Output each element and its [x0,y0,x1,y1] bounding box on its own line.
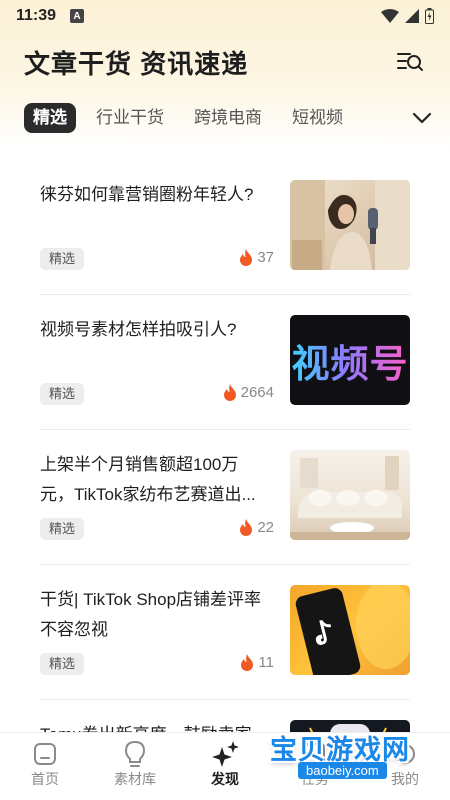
page-title: 文章干货 资讯速递 [24,48,249,79]
notification-badge: A [70,9,85,23]
article-list: 徕芬如何靠营销圈粉年轻人? 精选 37 视频号素材怎样拍吸引人? 精选 2664 [40,160,410,800]
tab-cross-border[interactable]: 跨境电商 [194,103,262,133]
nav-label: 素材库 [114,771,156,787]
fire-icon [241,654,254,671]
nav-label: 首页 [31,771,59,787]
view-count: 2664 [223,384,274,401]
tab-industry[interactable]: 行业干货 [96,103,164,133]
phone-tiktok-image [295,585,410,675]
woman-hair-dryer-image [290,180,410,270]
view-count: 37 [239,249,274,266]
nav-discover[interactable]: 发现 [180,733,270,800]
home-icon [32,739,58,769]
list-search-icon [397,53,423,71]
article-item[interactable]: 上架半个月销售额超100万元，TikTok家纺布艺赛道出... 精选 22 [40,430,410,565]
article-item[interactable]: 徕芬如何靠营销圈粉年轻人? 精选 37 [40,160,410,295]
lightbulb-icon [122,739,148,769]
wifi-icon [381,9,399,23]
article-item[interactable]: 干货| TikTok Shop店铺差评率不容忽视 精选 11 [40,565,410,700]
view-count-value: 2664 [240,384,274,401]
tag-badge: 精选 [40,383,85,405]
tag-badge: 精选 [40,518,85,540]
fire-icon [223,384,236,401]
article-title: 上架半个月销售额超100万元，TikTok家纺布艺赛道出... [40,455,256,504]
category-tabs: 精选 行业干货 跨境电商 短视频 [24,100,434,136]
fire-icon [240,249,253,266]
watermark-url: baobeiy.com [298,762,387,779]
status-bar: 11:39 A [0,0,450,32]
status-time: 11:39 [16,7,57,24]
article-item[interactable]: 视频号素材怎样拍吸引人? 精选 2664 视频号 [40,295,410,430]
sparkle-icon [210,739,240,769]
nav-materials[interactable]: 素材库 [90,733,180,800]
nav-home[interactable]: 首页 [0,733,90,800]
view-count-value: 22 [257,519,274,536]
watermark-logo: 宝贝游戏网 baobeiy.com [270,728,430,788]
search-button[interactable] [394,46,426,78]
article-thumbnail [290,450,410,540]
article-title: 干货| TikTok Shop店铺差评率不容忽视 [40,590,262,639]
battery-icon [425,8,434,24]
signal-icon [405,9,419,23]
tab-short-video[interactable]: 短视频 [292,103,343,133]
status-icons [381,8,434,24]
view-count-value: 37 [257,249,274,266]
article-thumbnail [290,180,410,270]
chevron-down-icon[interactable] [410,106,434,130]
article-title: 视频号素材怎样拍吸引人? [40,320,237,339]
article-thumbnail [290,585,410,675]
title-row: 文章干货 资讯速递 [24,42,426,82]
view-count: 22 [239,519,274,536]
article-thumbnail: 视频号 [290,315,410,405]
article-title: 徕芬如何靠营销圈粉年轻人? [40,185,254,204]
nav-label: 发现 [211,771,239,787]
view-count: 11 [240,654,274,671]
thumbnail-text: 视频号 [291,333,408,388]
living-room-image [290,456,410,540]
tab-featured[interactable]: 精选 [24,103,76,133]
tag-badge: 精选 [40,248,85,270]
view-count-value: 11 [258,654,274,671]
fire-icon [240,519,253,536]
tag-badge: 精选 [40,653,85,675]
